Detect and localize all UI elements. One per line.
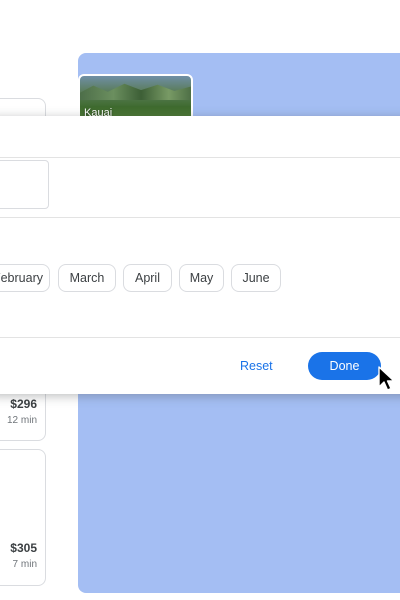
done-button[interactable]: Done: [308, 352, 381, 380]
month-picker-dialog: February March April May June Reset Done: [0, 116, 400, 394]
divider: [0, 217, 400, 218]
date-field[interactable]: [0, 160, 49, 209]
result-price: $305: [10, 541, 37, 555]
month-chip-february[interactable]: February: [0, 264, 50, 292]
month-chip-april[interactable]: April: [123, 264, 172, 292]
divider: [0, 337, 400, 338]
month-chip-june[interactable]: June: [231, 264, 281, 292]
month-chip-march[interactable]: March: [58, 264, 116, 292]
result-duration: 7 min: [12, 559, 37, 570]
destination-photo: [80, 83, 191, 100]
divider: [0, 157, 400, 158]
mouse-cursor-icon: [378, 366, 395, 391]
result-duration: 12 min: [6, 415, 37, 426]
result-card[interactable]: $305 7 min: [0, 449, 46, 586]
reset-button[interactable]: Reset: [240, 359, 273, 373]
month-chip-may[interactable]: May: [179, 264, 224, 292]
page: Kauai $296 12 min $305 7 min February Ma…: [0, 0, 400, 600]
result-price: $296: [10, 397, 37, 411]
